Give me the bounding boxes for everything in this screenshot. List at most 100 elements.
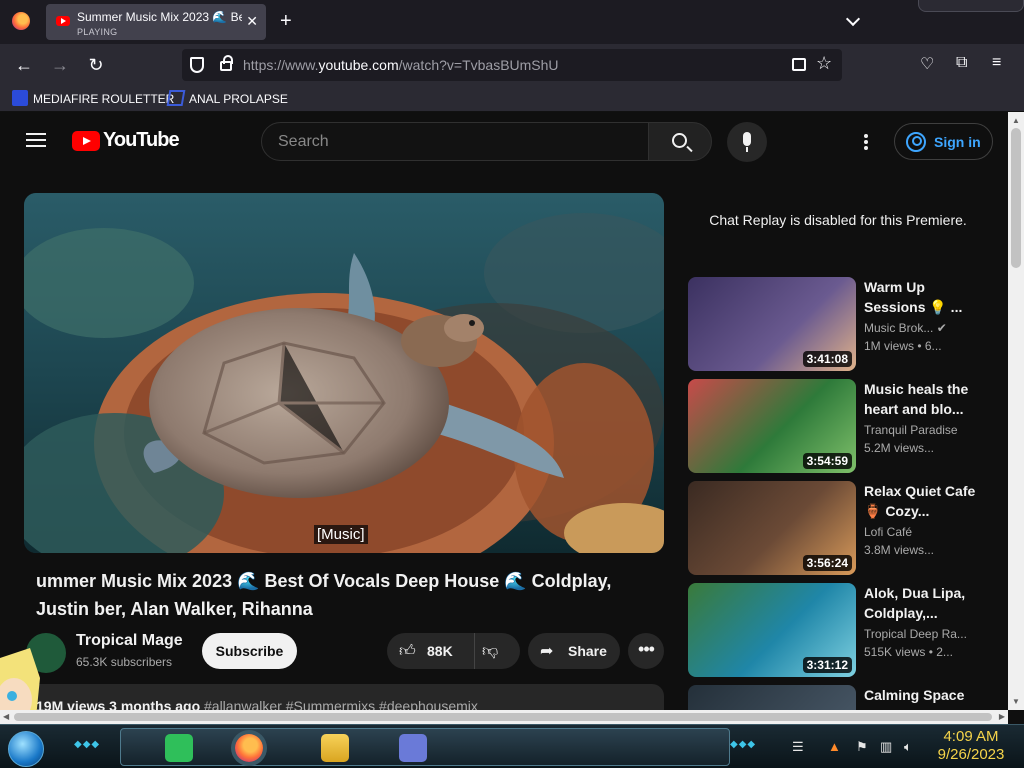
browser-tab[interactable]: Summer Music Mix 2023 🌊 Best Of Vocals D… (46, 4, 266, 40)
window-app-icon[interactable] (399, 734, 427, 762)
tab-status: PLAYING (77, 27, 118, 37)
youtube-page: YouTube Sign in (0, 112, 1008, 710)
recommendation-thumbnail[interactable]: 3:56:24 (688, 481, 856, 575)
share-arrow-icon: ➦ (540, 643, 554, 660)
scroll-down-arrow-icon[interactable]: ▼ (1012, 697, 1020, 706)
more-actions-button[interactable]: ••• (628, 633, 664, 669)
description-box[interactable]: 19M views 3 months ago #allanwalker #Sum… (24, 684, 664, 710)
scroll-left-arrow-icon[interactable]: ◀ (3, 712, 9, 721)
action-center-flag-icon[interactable]: ⚑ (856, 739, 868, 755)
mediafire-icon (12, 90, 28, 106)
recommendation-title[interactable]: Relax Quiet Cafe 🏺 Cozy... (864, 481, 982, 521)
video-duration: 3:54:59 (802, 453, 852, 469)
recommendation-item[interactable]: 3:56:24 Relax Quiet Cafe 🏺 Cozy... Lofi … (688, 481, 998, 577)
video-frame-sea-turtle (24, 193, 664, 553)
share-button[interactable]: ➦ Share (528, 633, 620, 669)
like-count: 88K (427, 643, 453, 659)
chat-replay-note: Chat Replay is disabled for this Premier… (709, 212, 967, 228)
recommendation-meta: 3.8M views... (864, 543, 935, 557)
recommendation-item[interactable]: 3:31:12 Alok, Dua Lipa, Coldplay,... Tro… (688, 583, 998, 679)
lock-icon[interactable] (220, 55, 233, 71)
scroll-right-arrow-icon[interactable]: ▶ (999, 712, 1005, 721)
recommendation-thumbnail[interactable]: 3:31:12 (688, 583, 856, 677)
clock-date: 9/26/2023 (937, 746, 1005, 763)
recommendation-item[interactable]: 3:54:59 Music heals the heart and blo...… (688, 379, 998, 475)
system-clock[interactable]: 4:09 AM 9/26/2023 (936, 728, 1006, 764)
firefox-icon[interactable] (12, 12, 30, 30)
youtube-play-icon (72, 131, 100, 151)
like-button[interactable]: 👍︎ 88K (387, 633, 475, 669)
search-input[interactable] (278, 131, 628, 153)
reload-icon[interactable]: ↻ (85, 54, 107, 76)
tab-strip: Summer Music Mix 2023 🌊 Best Of Vocals D… (0, 0, 1024, 44)
recommendation-item[interactable]: Calming Space (688, 685, 998, 710)
search-icon (672, 133, 687, 148)
bookmark-anal-prolapse[interactable]: ANAL PROLAPSE (166, 90, 288, 108)
taskbar-decoration: ◆◆◆ (74, 739, 101, 750)
tracking-protection-shield-icon[interactable] (190, 57, 204, 73)
app-menu-icon[interactable]: ≡ (992, 54, 1001, 72)
account-icon (906, 132, 926, 152)
reader-view-icon[interactable] (792, 58, 806, 71)
recommendation-thumbnail[interactable] (688, 685, 856, 710)
recommendation-meta: 1M views • 6... (864, 339, 942, 353)
sign-in-button[interactable]: Sign in (894, 123, 993, 160)
vertical-scrollbar[interactable]: ▲ ▼ (1008, 112, 1024, 710)
hashtags[interactable]: #allanwalker #Summermixs #deephousemix (204, 698, 478, 710)
thumbs-up-icon: 👍︎ (399, 643, 416, 660)
recommendation-thumbnail[interactable]: 3:41:08 (688, 277, 856, 371)
recommendation-title[interactable]: Warm Up Sessions 💡 ... (864, 277, 982, 317)
tab-title: Summer Music Mix 2023 🌊 Best Of Vocals D… (77, 10, 242, 24)
back-arrow-icon[interactable]: ← (13, 54, 35, 76)
recommendation-title[interactable]: Calming Space (864, 685, 982, 705)
volume-icon[interactable]: 🔈︎ (904, 739, 912, 755)
dislike-button[interactable]: 👎︎ (482, 642, 498, 661)
subscribe-button[interactable]: Subscribe (202, 633, 297, 669)
youtube-favicon-icon (56, 16, 70, 26)
pocket-icon[interactable]: ♡ (920, 54, 934, 74)
address-bar[interactable]: https://www.youtube.com/watch?v=TvbasBUm… (182, 49, 842, 81)
show-desktop-icon[interactable]: ☰ (792, 739, 804, 755)
subscriber-count: 65.3K subscribers (76, 655, 173, 669)
url-text[interactable]: https://www.youtube.com/watch?v=TvbasBUm… (243, 57, 559, 73)
video-player[interactable]: [Music] (24, 193, 664, 553)
forward-arrow-icon[interactable]: → (49, 54, 71, 76)
recommendation-thumbnail[interactable]: 3:54:59 (688, 379, 856, 473)
channel-name[interactable]: Tropical Mage (76, 632, 183, 650)
video-duration: 3:56:24 (802, 555, 852, 571)
horizontal-scrollbar[interactable]: ◀ ▶ (0, 710, 1008, 724)
search-box[interactable] (261, 122, 649, 161)
recommendation-title[interactable]: Music heals the heart and blo... (864, 379, 982, 419)
guide-menu-icon[interactable] (26, 133, 46, 147)
recommendation-meta: 515K views • 2... (864, 645, 953, 659)
tab-close-icon[interactable]: ✕ (246, 13, 258, 30)
voice-search-mic-icon[interactable] (727, 122, 767, 162)
network-icon[interactable]: ▥ (880, 739, 892, 755)
file-explorer-icon[interactable] (321, 734, 349, 762)
recommendation-item[interactable]: 3:41:08 Warm Up Sessions 💡 ... Music Bro… (688, 277, 998, 373)
like-dislike-group: 👍︎ 88K 👎︎ (387, 633, 520, 669)
settings-more-icon[interactable] (864, 134, 868, 150)
notes-app-icon[interactable] (165, 734, 193, 762)
firefox-taskbar-icon[interactable] (235, 734, 263, 762)
new-tab-button[interactable]: + (280, 10, 292, 32)
taskbar: ◆◆◆ ◆◆◆ ☰ ▲ ⚑ ▥ 🔈︎ 4:09 AM 9/26/2023 (0, 724, 1024, 768)
views-and-date: 19M views 3 months ago (36, 698, 201, 710)
cartoon-character-overlay (0, 648, 40, 710)
video-caption: [Music] (314, 525, 368, 544)
navigation-toolbar: ← → ↻ https://www.youtube.com/watch?v=Tv… (0, 44, 1024, 86)
list-all-tabs-chevron-icon[interactable] (845, 12, 861, 28)
bookmark-mediafire-rouletter[interactable]: MEDIAFIRE ROULETTER (12, 90, 174, 108)
taskbar-dock (120, 728, 730, 766)
video-title: ummer Music Mix 2023 🌊 Best Of Vocals De… (36, 571, 612, 619)
extensions-puzzle-icon[interactable]: ⧉ (956, 54, 967, 72)
tray-app-icon[interactable]: ▲ (828, 739, 841, 754)
bookmark-star-icon[interactable]: ☆ (816, 53, 832, 74)
search-button[interactable] (648, 122, 712, 161)
scroll-up-arrow-icon[interactable]: ▲ (1012, 116, 1020, 125)
window-frame-decoration (918, 0, 1024, 12)
horizontal-scroll-thumb[interactable] (14, 713, 992, 721)
recommendation-title[interactable]: Alok, Dua Lipa, Coldplay,... (864, 583, 982, 623)
vertical-scroll-thumb[interactable] (1011, 128, 1021, 268)
start-orb-icon[interactable] (8, 731, 44, 767)
